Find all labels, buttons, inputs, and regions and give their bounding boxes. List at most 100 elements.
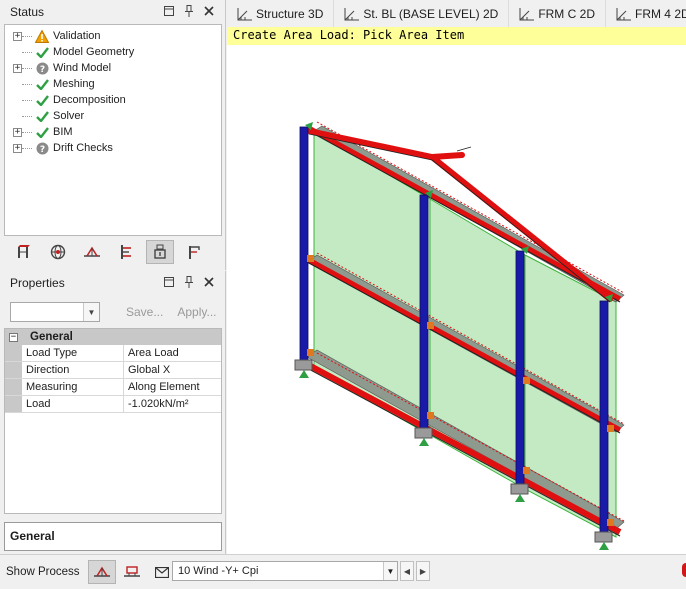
brace[interactable]	[429, 152, 465, 160]
preset-combo[interactable]: ▼	[10, 302, 100, 322]
properties-panel-header: Properties	[0, 271, 225, 295]
expand-icon[interactable]: +	[13, 63, 22, 73]
support-icon	[515, 494, 525, 502]
chevron-down-icon[interactable]: ▼	[83, 303, 99, 321]
save-button[interactable]: Save...	[126, 305, 163, 319]
load-case-select[interactable]: 10 Wind -Y+ Cpi ▼	[172, 561, 398, 581]
tree-item-label: BIM	[53, 126, 73, 138]
model-viewport[interactable]: Create Area Load: Pick Area Item	[227, 27, 686, 554]
expand-icon[interactable]: +	[13, 143, 22, 153]
connection-plate	[307, 255, 314, 262]
collapse-icon[interactable]: −	[9, 332, 18, 342]
decomposition-button[interactable]	[112, 240, 140, 264]
property-row[interactable]: Load -1.020kN/m²	[5, 396, 221, 413]
tree-item-wind-model[interactable]: + ? Wind Model	[5, 60, 221, 76]
property-key: Load Type	[22, 345, 124, 361]
tree-item-label: Meshing	[53, 78, 95, 90]
wind-globe-button[interactable]	[44, 240, 72, 264]
property-value[interactable]: Area Load	[124, 345, 221, 361]
column[interactable]	[599, 300, 609, 540]
expand-icon[interactable]: +	[13, 127, 22, 137]
window-menu-icon[interactable]	[163, 4, 175, 18]
connection-plate	[307, 349, 314, 356]
column[interactable]	[299, 126, 309, 368]
property-category-label: General	[30, 331, 73, 343]
column-base	[294, 359, 313, 371]
pin-icon[interactable]	[183, 4, 195, 18]
structure-3d-model[interactable]	[227, 27, 686, 554]
bottom-toolbar: Show Process 10 Wind -Y+ Cpi ▼ ◀ ▶	[0, 554, 686, 589]
connection-plate	[523, 377, 530, 384]
support-icon	[419, 438, 429, 446]
tree-item-label: Drift Checks	[53, 142, 113, 154]
connection-plate	[607, 425, 614, 432]
property-key: Measuring	[22, 379, 124, 395]
check-icon	[35, 125, 49, 139]
tab-structure-3d[interactable]: Structure 3D	[227, 0, 335, 27]
connection-plate	[427, 322, 434, 329]
tab-base-level-2d[interactable]: St. BL (BASE LEVEL) 2D	[334, 0, 510, 27]
check-icon	[35, 109, 49, 123]
tree-item-validation[interactable]: + Validation	[5, 28, 221, 44]
check-icon	[35, 45, 49, 59]
question-icon: ?	[35, 141, 49, 155]
column[interactable]	[515, 250, 525, 492]
show-loads-button[interactable]	[87, 560, 116, 584]
view-2d-icon	[519, 7, 535, 21]
tree-item-drift-checks[interactable]: + ? Drift Checks	[5, 140, 221, 156]
tree-item-meshing[interactable]: Meshing	[5, 76, 221, 92]
column-base	[594, 531, 613, 543]
next-load-case-button[interactable]: ▶	[416, 561, 430, 581]
tab-frm-c-2d[interactable]: FRM C 2D	[509, 0, 606, 27]
tree-item-model-geometry[interactable]: Model Geometry	[5, 44, 221, 60]
status-tree: + Validation Model Geometry + ? Wind Mod…	[4, 24, 222, 236]
structure-view-button[interactable]	[10, 240, 38, 264]
properties-panel-title: Properties	[10, 276, 65, 290]
close-icon[interactable]	[203, 4, 215, 18]
apply-button[interactable]: Apply...	[177, 305, 216, 319]
command-prompt: Create Area Load: Pick Area Item	[227, 27, 686, 45]
property-category[interactable]: − General	[5, 329, 221, 345]
column[interactable]	[419, 194, 429, 436]
close-icon[interactable]	[203, 275, 215, 289]
prev-load-case-button[interactable]: ◀	[400, 561, 414, 581]
tab-label: FRM C 2D	[538, 6, 595, 21]
property-value[interactable]: Global X	[124, 362, 221, 378]
status-panel-title: Status	[10, 5, 45, 19]
show-results-button[interactable]	[118, 560, 146, 584]
column-base	[414, 427, 433, 439]
load-case-value: 10 Wind -Y+ Cpi	[178, 565, 259, 577]
property-row[interactable]: Direction Global X	[5, 362, 221, 379]
property-description: General	[4, 522, 222, 551]
property-row[interactable]: Measuring Along Element	[5, 379, 221, 396]
pin-icon[interactable]	[183, 275, 195, 289]
tree-item-decomposition[interactable]: Decomposition	[5, 92, 221, 108]
tree-item-label: Model Geometry	[53, 46, 135, 58]
properties-panel: Properties ▼ Save... Apply... − General …	[0, 271, 226, 554]
question-icon: ?	[35, 61, 49, 75]
expand-icon[interactable]: +	[13, 31, 22, 41]
warning-icon	[35, 29, 49, 43]
property-grid: − General Load Type Area Load Direction …	[4, 328, 222, 514]
view-tabs: Structure 3D St. BL (BASE LEVEL) 2D FRM …	[227, 0, 686, 27]
property-row[interactable]: Load Type Area Load	[5, 345, 221, 362]
property-value[interactable]: Along Element	[124, 379, 221, 395]
tree-item-label: Decomposition	[53, 94, 126, 106]
connection-plate	[523, 467, 530, 474]
property-value[interactable]: -1.020kN/m²	[124, 396, 221, 412]
window-menu-icon[interactable]	[163, 275, 175, 289]
view-2d-icon	[344, 7, 360, 21]
load-button[interactable]	[146, 240, 174, 264]
mesh-button[interactable]	[78, 240, 106, 264]
status-panel-header: Status	[0, 0, 225, 24]
tree-item-bim[interactable]: + BIM	[5, 124, 221, 140]
tree-item-solver[interactable]: Solver	[5, 108, 221, 124]
drift-button[interactable]	[180, 240, 208, 264]
tab-label: St. BL (BASE LEVEL) 2D	[363, 6, 499, 21]
chevron-down-icon[interactable]: ▼	[383, 562, 397, 580]
tree-item-label: Validation	[53, 30, 101, 42]
check-icon	[35, 77, 49, 91]
property-key: Direction	[22, 362, 124, 378]
tab-frm-4-2d[interactable]: FRM 4 2D	[606, 0, 686, 27]
support-icon	[299, 370, 309, 378]
